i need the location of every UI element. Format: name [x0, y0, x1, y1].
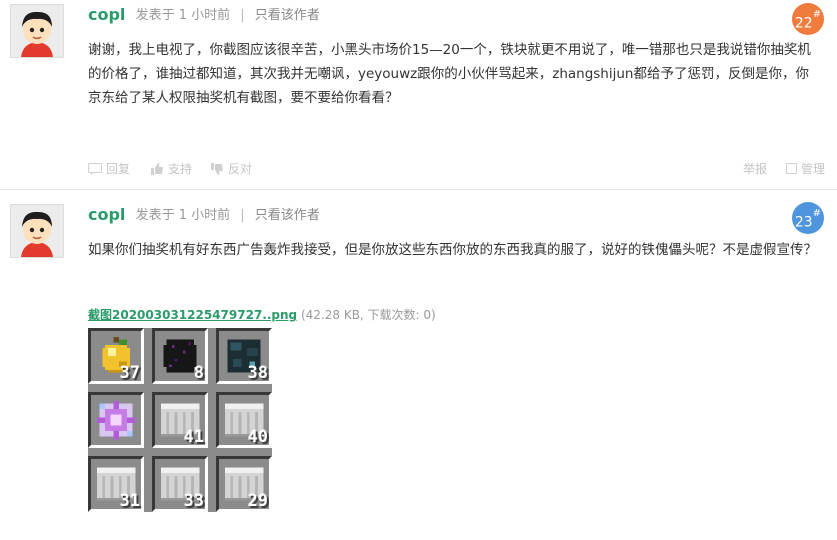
inventory-slot — [88, 392, 144, 448]
meta-separator: | — [240, 208, 245, 223]
inventory-slot: 31 — [88, 456, 144, 512]
floor-badge[interactable]: 22# — [792, 3, 824, 35]
post-meta: copl 发表于 1 小时前 | 只看该作者 — [88, 204, 320, 224]
floor-mark: # — [812, 9, 822, 20]
floor-mark: # — [812, 208, 822, 219]
meta-separator: | — [240, 8, 245, 23]
thumbs-up-icon — [151, 162, 163, 175]
author-link[interactable]: copl — [88, 5, 125, 24]
downvote-button[interactable]: 反对 — [210, 160, 252, 177]
floor-number: 22 — [794, 15, 813, 32]
floor-badge[interactable]: 23# — [792, 202, 824, 234]
avatar-image — [11, 5, 63, 57]
item-count: 8 — [193, 363, 204, 383]
item-count: 38 — [247, 363, 268, 383]
avatar[interactable] — [10, 4, 64, 58]
comment-post: copl 发表于 1 小时前 | 只看该作者 23# 如果你们抽奖机有好东西广告… — [0, 190, 837, 540]
upvote-button[interactable]: 支持 — [150, 160, 192, 177]
avatar[interactable] — [10, 204, 64, 258]
inventory-slot: 29 — [216, 456, 272, 512]
nether-star-icon — [96, 400, 136, 440]
downvote-label: 反对 — [228, 162, 253, 176]
report-button[interactable]: 举报 — [743, 160, 767, 177]
manage-label: 管理 — [800, 162, 825, 176]
upvote-label: 支持 — [168, 162, 193, 176]
attachment-image[interactable]: 37 8 38 41 40 31 33 29 — [88, 328, 272, 512]
report-label: 举报 — [742, 162, 767, 176]
inventory-slot: 41 — [152, 392, 208, 448]
inventory-slot: 38 — [216, 328, 272, 384]
post-time: 发表于 1 小时前 — [135, 208, 231, 223]
inventory-slot: 40 — [216, 392, 272, 448]
inventory-slot: 37 — [88, 328, 144, 384]
item-count: 29 — [247, 491, 268, 511]
inventory-slot: 8 — [152, 328, 208, 384]
item-count: 40 — [247, 427, 268, 447]
reply-label: 回复 — [106, 162, 131, 176]
manage-checkbox[interactable] — [785, 163, 797, 174]
post-actions: 回复 支持 反对 举报 管理 — [88, 160, 825, 180]
floor-number: 23 — [794, 214, 813, 231]
reply-button[interactable]: 回复 — [88, 160, 130, 177]
item-count: 41 — [183, 427, 204, 447]
post-body: 如果你们抽奖机有好东西广告轰炸我接受，但是你放这些东西你放的东西我真的服了，说好… — [88, 242, 817, 258]
item-count: 31 — [119, 491, 140, 511]
thumbs-down-icon — [211, 162, 223, 175]
only-author-link[interactable]: 只看该作者 — [255, 8, 320, 23]
author-link[interactable]: copl — [88, 205, 125, 224]
reply-icon — [88, 162, 102, 175]
avatar-image — [11, 205, 63, 257]
attachment: 截图202003031225479727..png (42.28 KB, 下载次… — [88, 306, 436, 323]
post-meta: copl 发表于 1 小时前 | 只看该作者 — [88, 4, 320, 24]
only-author-link[interactable]: 只看该作者 — [255, 208, 320, 223]
item-count: 33 — [183, 491, 204, 511]
comment-post: copl 发表于 1 小时前 | 只看该作者 22# 谢谢，我上电视了，你截图应… — [0, 0, 837, 189]
item-count: 37 — [119, 363, 140, 383]
manage-button[interactable]: 管理 — [785, 160, 825, 177]
post-body: 谢谢，我上电视了，你截图应该很辛苦，小黑头市场价15—20一个，铁块就更不用说了… — [88, 42, 811, 106]
post-time: 发表于 1 小时前 — [135, 8, 231, 23]
attachment-info: (42.28 KB, 下载次数: 0) — [300, 308, 436, 322]
inventory-slot: 33 — [152, 456, 208, 512]
attachment-link[interactable]: 截图202003031225479727..png — [88, 308, 297, 322]
